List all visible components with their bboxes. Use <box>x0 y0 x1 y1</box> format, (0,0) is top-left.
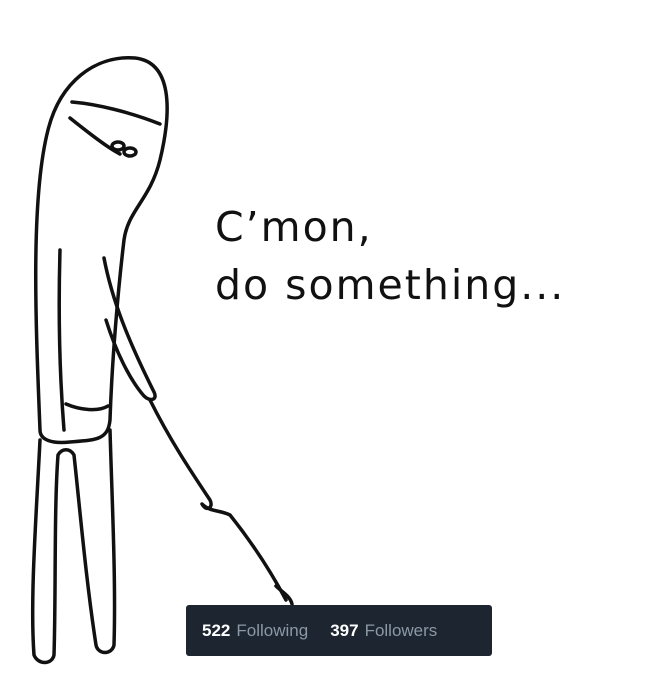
stick-figure-drawing <box>30 56 294 665</box>
profile-stats-bar: 522 Following 397 Followers <box>186 605 492 656</box>
following-count: 522 <box>202 620 231 640</box>
followers-stat[interactable]: 397 Followers <box>330 621 437 641</box>
following-stat[interactable]: 522 Following <box>202 621 308 641</box>
figure-eye-right <box>122 146 138 158</box>
figure-stick-tip <box>274 584 294 606</box>
figure-inner-line <box>57 248 66 432</box>
figure-eye-left <box>110 140 126 152</box>
caption-line-1: C’mon, <box>215 203 373 251</box>
caption-line-2: do something... <box>215 261 566 309</box>
figure-visor <box>70 100 162 126</box>
followers-count: 397 <box>330 620 359 640</box>
figure-waist <box>64 402 110 412</box>
followers-label: Followers <box>364 620 438 640</box>
figure-leg-left <box>30 428 117 665</box>
figure-body-outline <box>34 56 169 445</box>
meme-caption: C’mon, do something... <box>215 198 565 314</box>
figure-stick <box>148 398 288 602</box>
following-label: Following <box>236 620 309 640</box>
